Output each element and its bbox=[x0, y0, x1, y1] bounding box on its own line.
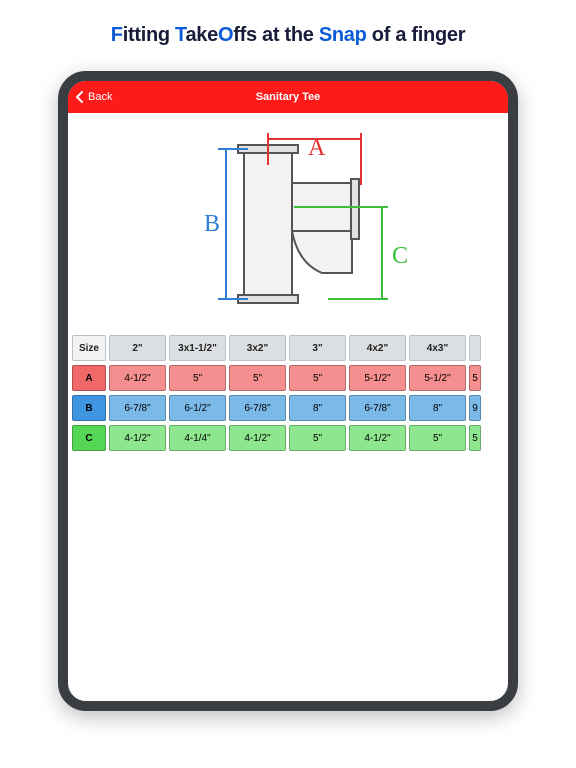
table-cell: 6-7/8" bbox=[349, 395, 406, 421]
table-cell: 4-1/2" bbox=[229, 425, 286, 451]
size-header: Size bbox=[72, 335, 106, 361]
table-cell-overflow: 5 bbox=[469, 365, 481, 391]
headline-part: ffs at the bbox=[233, 24, 319, 46]
table-cell: 6-1/2" bbox=[169, 395, 226, 421]
table-header-row: Size 2" 3x1-1/2" 3x2" 3" 4x2" 4x3" bbox=[72, 335, 504, 361]
headline-part: ake bbox=[185, 24, 217, 46]
table-cell-overflow: 5 bbox=[469, 425, 481, 451]
table-row-a: A 4-1/2" 5" 5" 5" 5-1/2" 5-1/2" 5 bbox=[72, 365, 504, 391]
fitting-diagram: A B C bbox=[68, 113, 508, 333]
dim-a-label: A bbox=[308, 135, 326, 161]
chevron-left-icon bbox=[74, 91, 86, 103]
table-row-c: C 4-1/2" 4-1/4" 4-1/2" 5" 4-1/2" 5" 5 bbox=[72, 425, 504, 451]
table-cell-overflow: 9 bbox=[469, 395, 481, 421]
table-cell: 8" bbox=[289, 395, 346, 421]
navbar: Back Sanitary Tee bbox=[68, 81, 508, 113]
col-header: 3x2" bbox=[229, 335, 286, 361]
row-label: C bbox=[72, 425, 106, 451]
row-label: A bbox=[72, 365, 106, 391]
table-cell: 6-7/8" bbox=[229, 395, 286, 421]
col-header: 4x2" bbox=[349, 335, 406, 361]
headline-part: Snap bbox=[319, 24, 367, 46]
table-cell: 5" bbox=[409, 425, 466, 451]
table-cell: 4-1/2" bbox=[109, 365, 166, 391]
ipad-frame: Back Sanitary Tee A bbox=[58, 71, 518, 711]
headline-part: of a finger bbox=[367, 24, 466, 46]
row-label: B bbox=[72, 395, 106, 421]
dim-b-label: B bbox=[204, 211, 220, 237]
headline-part: O bbox=[218, 24, 233, 46]
headline-part: F bbox=[111, 24, 123, 46]
col-header-overflow bbox=[469, 335, 481, 361]
table-cell: 5" bbox=[169, 365, 226, 391]
col-header: 3" bbox=[289, 335, 346, 361]
table-row-b: B 6-7/8" 6-1/2" 6-7/8" 8" 6-7/8" 8" 9 bbox=[72, 395, 504, 421]
page-title: Sanitary Tee bbox=[68, 91, 508, 103]
dimension-table[interactable]: Size 2" 3x1-1/2" 3x2" 3" 4x2" 4x3" A 4-1… bbox=[68, 333, 508, 457]
back-label: Back bbox=[88, 91, 112, 103]
back-button[interactable]: Back bbox=[68, 91, 112, 103]
headline-part: itting bbox=[123, 24, 175, 46]
sanitary-tee-diagram: A B C bbox=[148, 123, 428, 323]
col-header: 3x1-1/2" bbox=[169, 335, 226, 361]
headline-part: T bbox=[175, 24, 185, 46]
table-cell: 8" bbox=[409, 395, 466, 421]
col-header: 2" bbox=[109, 335, 166, 361]
table-cell: 4-1/4" bbox=[169, 425, 226, 451]
table-cell: 6-7/8" bbox=[109, 395, 166, 421]
table-cell: 5-1/2" bbox=[409, 365, 466, 391]
table-cell: 5" bbox=[289, 365, 346, 391]
table-cell: 4-1/2" bbox=[349, 425, 406, 451]
dim-c-label: C bbox=[392, 243, 408, 269]
table-cell: 5-1/2" bbox=[349, 365, 406, 391]
table-cell: 5" bbox=[229, 365, 286, 391]
promo-headline: Fitting TakeOffs at the Snap of a finger bbox=[0, 0, 576, 71]
table-cell: 4-1/2" bbox=[109, 425, 166, 451]
col-header: 4x3" bbox=[409, 335, 466, 361]
table-cell: 5" bbox=[289, 425, 346, 451]
